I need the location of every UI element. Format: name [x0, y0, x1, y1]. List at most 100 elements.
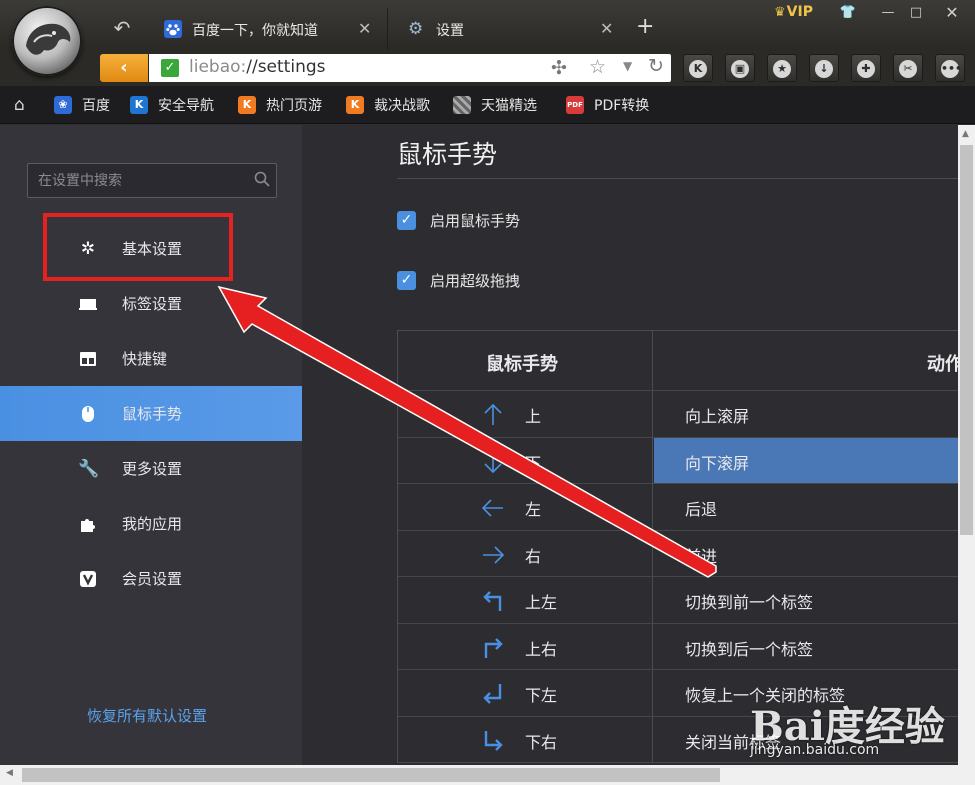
- bookmark-star-icon[interactable]: ☆: [589, 56, 606, 78]
- sidebar-item-vip-settings[interactable]: 会员设置: [0, 551, 302, 606]
- scroll-left-icon[interactable]: ◀: [6, 768, 13, 778]
- action-cell[interactable]: 切换到前一个标签: [654, 577, 958, 623]
- action-cell[interactable]: 恢复上一个关闭的标签: [654, 670, 958, 716]
- table-row[interactable]: 上 向上滚屏: [398, 391, 958, 438]
- scroll-up-icon[interactable]: ▲: [962, 129, 969, 139]
- chevron-down-icon[interactable]: ▼: [623, 59, 632, 73]
- screenshot-button[interactable]: ✂: [893, 54, 923, 82]
- action-cell[interactable]: 前进: [654, 531, 958, 577]
- gesture-direction: 下右: [525, 732, 558, 752]
- settings-content: 鼠标手势 ✓ 启用鼠标手势 ✓ 启用超级拖拽 鼠标手势 动作 上 向上滚屏 下 …: [302, 125, 958, 765]
- restore-defaults-link[interactable]: 恢复所有默认设置: [87, 705, 207, 726]
- gesture-action: 恢复上一个关闭的标签: [685, 686, 846, 705]
- table-row[interactable]: 下左 恢复上一个关闭的标签: [398, 670, 958, 717]
- favorites-button[interactable]: ★: [767, 54, 797, 82]
- menu-button[interactable]: •••: [935, 54, 965, 82]
- puzzle-icon: [81, 519, 95, 532]
- sidebar-item-mouse-gesture[interactable]: 鼠标手势: [0, 386, 302, 441]
- home-icon[interactable]: ⌂: [14, 95, 34, 115]
- sidebar-item-label: 鼠标手势: [122, 405, 183, 423]
- tab-icon: [79, 299, 97, 310]
- minimize-button[interactable]: —: [874, 2, 902, 24]
- arrow-up-left-icon: [483, 591, 502, 611]
- back-button[interactable]: ‹: [100, 54, 148, 82]
- sidebar-item-label: 我的应用: [122, 515, 183, 533]
- close-icon[interactable]: ✕: [358, 19, 371, 38]
- table-row[interactable]: 上左 切换到前一个标签: [398, 577, 958, 624]
- table-row[interactable]: 上右 切换到后一个标签: [398, 623, 958, 670]
- sidebar-item-label: 标签设置: [122, 295, 183, 313]
- skin-shirt-icon[interactable]: 👕: [834, 2, 862, 24]
- refresh-icon[interactable]: ↻: [648, 55, 664, 77]
- action-cell[interactable]: 切换到后一个标签: [654, 624, 958, 670]
- arrow-down-right-icon: [484, 730, 503, 751]
- search-icon[interactable]: [254, 171, 270, 187]
- checkbox-checked-icon[interactable]: ✓: [397, 271, 416, 290]
- gesture-direction: 下: [525, 453, 542, 473]
- k-shield-button[interactable]: K: [683, 54, 713, 82]
- scrollbar-thumb[interactable]: [22, 768, 720, 782]
- tab-settings[interactable]: ⚙ 设置 ✕: [390, 8, 632, 50]
- action-cell[interactable]: 向上滚屏: [654, 391, 958, 437]
- gesture-action: 向上滚屏: [685, 407, 750, 426]
- sidebar-item-more-settings[interactable]: 🔧 更多设置: [0, 441, 302, 496]
- gesture-action: 前进: [685, 546, 718, 566]
- highlight-annotation-box: [43, 213, 233, 281]
- scrollbar-thumb[interactable]: [960, 145, 973, 535]
- close-icon[interactable]: ✕: [600, 19, 613, 38]
- gesture-direction: 左: [525, 500, 542, 519]
- checkbox-label: 启用超级拖拽: [430, 272, 521, 290]
- action-cell[interactable]: 后退: [654, 484, 958, 530]
- checkbox-label: 启用鼠标手势: [430, 212, 521, 230]
- tab-label: 百度一下，你就知道: [192, 23, 318, 39]
- wrench-icon: 🔧: [78, 459, 100, 479]
- table-row[interactable]: 左 后退: [398, 484, 958, 531]
- action-cell[interactable]: 关闭当前标签: [654, 717, 958, 763]
- gesture-direction: 上: [525, 407, 542, 426]
- header-action-cell: 动作: [654, 331, 958, 390]
- maximize-button[interactable]: □: [902, 2, 930, 24]
- tab-baidu[interactable]: 百度一下，你就知道 ✕: [146, 8, 388, 50]
- horizontal-scrollbar[interactable]: ◀: [0, 765, 975, 785]
- sidebar-item-my-apps[interactable]: 我的应用: [0, 496, 302, 551]
- tab-label: 设置: [436, 23, 464, 39]
- search-input[interactable]: [28, 164, 248, 197]
- undo-close-tab-icon[interactable]: ↶: [108, 14, 136, 42]
- table-header-row: 鼠标手势 动作: [398, 331, 958, 391]
- game-button[interactable]: ✚: [851, 54, 881, 82]
- gesture-cell: 下左: [398, 670, 653, 716]
- table-row[interactable]: 右 前进: [398, 530, 958, 577]
- vip-badge[interactable]: ♛VIP: [774, 4, 813, 20]
- gesture-cell: 下: [398, 437, 653, 483]
- more-dots-icon: •••: [941, 60, 962, 78]
- speed-fan-icon[interactable]: ✣: [551, 57, 567, 79]
- url-field[interactable]: ✓ liebao://settings ✣ ☆ ▼ ↻: [149, 54, 671, 82]
- table-row[interactable]: 下 向下滚屏: [398, 437, 958, 484]
- bookmark-label: 热门页游: [266, 98, 322, 114]
- lock-button[interactable]: ▣: [725, 54, 755, 82]
- action-cell[interactable]: 向下滚屏: [654, 437, 958, 483]
- column-header: 鼠标手势: [486, 354, 558, 375]
- bookmark-label: 裁决战歌: [374, 98, 430, 114]
- mouse-icon: [82, 406, 94, 422]
- window-close-button[interactable]: ✕: [934, 2, 970, 24]
- sidebar-item-label: 更多设置: [122, 460, 183, 478]
- gesture-cell: 右: [398, 530, 653, 576]
- sidebar-item-shortcuts[interactable]: 快捷键: [0, 331, 302, 386]
- cheetah-logo-icon[interactable]: [12, 6, 82, 76]
- url-text[interactable]: liebao://settings: [189, 57, 326, 77]
- table-row[interactable]: 下右 关闭当前标签: [398, 716, 958, 763]
- gesture-cell: 上右: [398, 623, 653, 669]
- keyboard-layout-icon: [80, 352, 96, 366]
- gesture-action: 后退: [685, 500, 718, 519]
- checkbox-checked-icon[interactable]: ✓: [397, 211, 416, 230]
- sidebar-item-tab-settings[interactable]: 标签设置: [0, 276, 302, 331]
- tmall-icon: [453, 96, 471, 114]
- download-button[interactable]: ↓: [809, 54, 839, 82]
- bookmark-label: 安全导航: [158, 98, 214, 114]
- gesture-action: 关闭当前标签: [685, 732, 782, 752]
- arrow-down-left-icon: [483, 684, 502, 704]
- gesture-direction: 上右: [525, 639, 558, 659]
- new-tab-button[interactable]: +: [636, 16, 654, 38]
- vertical-scrollbar[interactable]: ▲: [958, 125, 975, 765]
